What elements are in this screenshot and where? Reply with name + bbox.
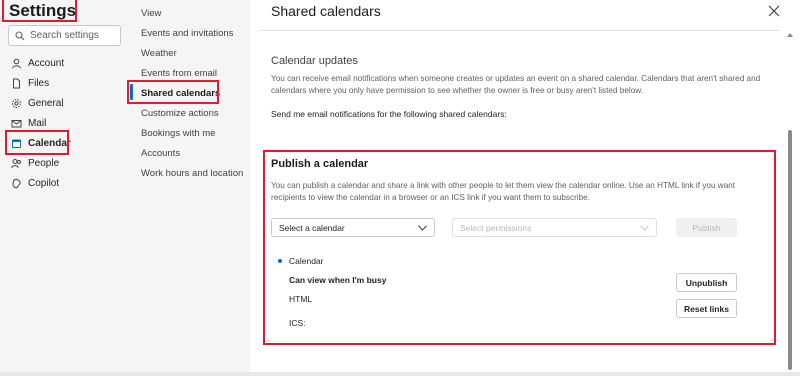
nav-item-label: People <box>28 157 60 169</box>
subnav-item-customize-actions[interactable]: Customize actions <box>141 108 219 119</box>
published-calendar-name: Calendar <box>289 256 324 266</box>
notifications-prompt: Send me email notifications for the foll… <box>271 109 507 119</box>
mail-icon <box>11 118 22 129</box>
calendar-updates-description: You can receive email notifications when… <box>271 74 761 95</box>
person-icon <box>11 58 22 69</box>
reset-links-button[interactable]: Reset links <box>676 299 737 318</box>
select-permissions-placeholder: Select permissions <box>460 222 532 233</box>
subnav-item-view[interactable]: View <box>141 8 161 19</box>
publish-button[interactable]: Publish <box>676 218 737 237</box>
chevron-down-icon <box>640 224 649 231</box>
nav-item-label: Copilot <box>28 177 60 189</box>
nav-item-label: General <box>28 97 64 109</box>
close-button[interactable] <box>766 3 782 19</box>
close-icon <box>768 5 780 17</box>
subnav-item-weather[interactable]: Weather <box>141 48 177 59</box>
settings-title-highlight <box>2 0 77 22</box>
publish-calendar-heading: Publish a calendar <box>271 158 369 170</box>
calendar-updates-heading: Calendar updates <box>271 55 358 67</box>
chevron-down-icon <box>418 224 427 231</box>
ics-link-label: ICS: <box>289 318 306 328</box>
nav-item-people[interactable]: People <box>11 154 59 172</box>
page-title: Shared calendars <box>271 3 381 19</box>
search-settings-input[interactable]: Search settings <box>8 25 121 46</box>
header-divider <box>258 30 780 31</box>
scroll-up-arrow[interactable] <box>787 33 793 37</box>
published-permission: Can view when I'm busy <box>289 275 387 285</box>
search-placeholder: Search settings <box>30 30 99 41</box>
html-link-label: HTML <box>289 294 313 304</box>
copilot-icon <box>11 178 22 189</box>
select-permissions-dropdown[interactable]: Select permissions <box>452 218 657 237</box>
nav-item-copilot[interactable]: Copilot <box>11 174 59 192</box>
nav-item-label: Account <box>28 57 65 69</box>
calendar-nav-highlight <box>5 130 69 155</box>
gear-icon <box>11 98 22 109</box>
nav-item-files[interactable]: Files <box>11 74 49 92</box>
nav-item-label: Mail <box>28 117 47 129</box>
search-icon <box>15 30 25 40</box>
unpublish-button[interactable]: Unpublish <box>676 273 737 292</box>
window-bottom-edge <box>0 372 800 376</box>
subnav-item-events-and-invitations[interactable]: Events and invitations <box>141 28 233 39</box>
nav-item-general[interactable]: General <box>11 94 64 112</box>
people-icon <box>11 158 22 169</box>
nav-item-label: Files <box>28 77 50 89</box>
file-icon <box>11 78 22 89</box>
subnav-item-work-hours-and-location[interactable]: Work hours and location <box>141 168 243 179</box>
calendar-bullet <box>278 259 282 263</box>
nav-item-account[interactable]: Account <box>11 54 64 72</box>
scrollbar-thumb[interactable] <box>788 130 792 370</box>
subnav-item-events-from-email[interactable]: Events from email <box>141 68 217 79</box>
select-calendar-placeholder: Select a calendar <box>279 222 345 233</box>
shared-calendars-highlight <box>127 80 219 104</box>
subnav-item-bookings-with-me[interactable]: Bookings with me <box>141 128 215 139</box>
publish-calendar-description: You can publish a calendar and share a l… <box>271 181 736 202</box>
select-calendar-dropdown[interactable]: Select a calendar <box>271 218 435 237</box>
subnav-item-accounts[interactable]: Accounts <box>141 148 180 159</box>
